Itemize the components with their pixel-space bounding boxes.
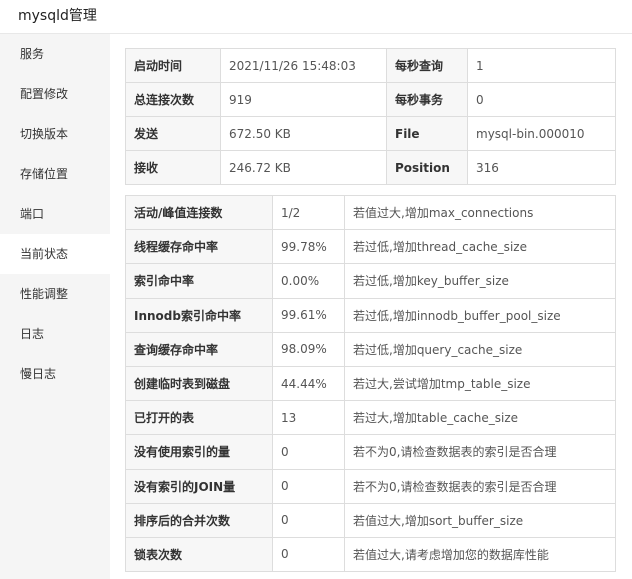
metric-name: 查询缓存命中率 [125, 331, 273, 367]
metric-advice: 若值过大,增加sort_buffer_size [344, 502, 616, 538]
metric-advice: 若不为0,请检查数据表的索引是否合理 [344, 434, 616, 470]
metric-name: 索引命中率 [125, 263, 273, 299]
summary-key: 总连接次数 [125, 82, 221, 117]
metric-name: 没有索引的JOIN量 [125, 468, 273, 504]
summary-key: 发送 [125, 116, 221, 151]
table-row: 活动/峰值连接数 1/2 若值过大,增加max_connections [125, 194, 616, 231]
metric-value: 98.09% [272, 331, 345, 367]
metric-value: 1/2 [272, 194, 345, 231]
sidebar-item-port[interactable]: 端口 [0, 194, 110, 234]
metric-name: 创建临时表到磁盘 [125, 365, 273, 402]
summary-table: 启动时间 2021/11/26 15:48:03 每秒查询 1 总连接次数 91… [125, 48, 616, 185]
metric-value: 99.78% [272, 229, 345, 265]
metric-advice: 若过低,增加thread_cache_size [344, 229, 616, 265]
sidebar-item-log[interactable]: 日志 [0, 314, 110, 354]
metric-advice: 若值过大,增加max_connections [344, 194, 616, 231]
table-row: 发送 672.50 KB File mysql-bin.000010 [125, 116, 616, 151]
sidebar-item-version[interactable]: 切换版本 [0, 114, 110, 154]
table-row: 锁表次数 0 若值过大,请考虑增加您的数据库性能 [125, 536, 616, 573]
summary-value: 246.72 KB [220, 150, 387, 185]
summary-value: 2021/11/26 15:48:03 [220, 48, 387, 83]
table-row: 排序后的合并次数 0 若值过大,增加sort_buffer_size [125, 502, 616, 538]
summary-value: 672.50 KB [220, 116, 387, 151]
sidebar-item-performance[interactable]: 性能调整 [0, 274, 110, 314]
metric-name: 活动/峰值连接数 [125, 194, 273, 231]
summary-value: mysql-bin.000010 [467, 116, 616, 151]
table-row: Innodb索引命中率 99.61% 若过低,增加innodb_buffer_p… [125, 297, 616, 333]
metric-name: 排序后的合并次数 [125, 502, 273, 538]
metric-name: 锁表次数 [125, 536, 273, 573]
table-row: 接收 246.72 KB Position 316 [125, 150, 616, 185]
metric-advice: 若值过大,请考虑增加您的数据库性能 [344, 536, 616, 573]
metric-value: 13 [272, 400, 345, 436]
metric-advice: 若过大,尝试增加tmp_table_size [344, 365, 616, 402]
metric-value: 0 [272, 434, 345, 470]
summary-key: 接收 [125, 150, 221, 185]
summary-key: Position [386, 150, 468, 185]
metric-name: 已打开的表 [125, 400, 273, 436]
metric-value: 0 [272, 502, 345, 538]
summary-value: 1 [467, 48, 616, 83]
metric-name: Innodb索引命中率 [125, 297, 273, 333]
summary-key: 每秒查询 [386, 48, 468, 83]
sidebar-item-status[interactable]: 当前状态 [0, 234, 110, 274]
summary-value: 316 [467, 150, 616, 185]
sidebar-item-config[interactable]: 配置修改 [0, 74, 110, 114]
table-row: 启动时间 2021/11/26 15:48:03 每秒查询 1 [125, 48, 616, 83]
metric-value: 99.61% [272, 297, 345, 333]
metric-name: 没有使用索引的量 [125, 434, 273, 470]
table-row: 总连接次数 919 每秒事务 0 [125, 82, 616, 117]
metric-value: 0 [272, 468, 345, 504]
summary-key: File [386, 116, 468, 151]
metric-value: 0 [272, 536, 345, 573]
summary-key: 每秒事务 [386, 82, 468, 117]
table-row: 没有索引的JOIN量 0 若不为0,请检查数据表的索引是否合理 [125, 468, 616, 504]
table-row: 查询缓存命中率 98.09% 若过低,增加query_cache_size [125, 331, 616, 367]
table-row: 已打开的表 13 若过大,增加table_cache_size [125, 400, 616, 436]
summary-value: 919 [220, 82, 387, 117]
table-row: 索引命中率 0.00% 若过低,增加key_buffer_size [125, 263, 616, 299]
summary-value: 0 [467, 82, 616, 117]
metric-value: 44.44% [272, 365, 345, 402]
sidebar-item-storage[interactable]: 存储位置 [0, 154, 110, 194]
metric-advice: 若过低,增加query_cache_size [344, 331, 616, 367]
table-row: 线程缓存命中率 99.78% 若过低,增加thread_cache_size [125, 229, 616, 265]
status-panel: 启动时间 2021/11/26 15:48:03 每秒查询 1 总连接次数 91… [125, 48, 616, 573]
metric-name: 线程缓存命中率 [125, 229, 273, 265]
metrics-table: 活动/峰值连接数 1/2 若值过大,增加max_connections 线程缓存… [125, 194, 616, 573]
metric-advice: 若过低,增加innodb_buffer_pool_size [344, 297, 616, 333]
metric-advice: 若不为0,请检查数据表的索引是否合理 [344, 468, 616, 504]
sidebar-item-slow-log[interactable]: 慢日志 [0, 354, 110, 394]
table-row: 没有使用索引的量 0 若不为0,请检查数据表的索引是否合理 [125, 434, 616, 470]
sidebar: 服务 配置修改 切换版本 存储位置 端口 当前状态 性能调整 日志 慢日志 [0, 34, 110, 579]
sidebar-item-service[interactable]: 服务 [0, 34, 110, 74]
summary-key: 启动时间 [125, 48, 221, 83]
window-title: mysqld管理 [0, 0, 632, 34]
metric-advice: 若过低,增加key_buffer_size [344, 263, 616, 299]
metric-advice: 若过大,增加table_cache_size [344, 400, 616, 436]
metric-value: 0.00% [272, 263, 345, 299]
table-row: 创建临时表到磁盘 44.44% 若过大,尝试增加tmp_table_size [125, 365, 616, 402]
